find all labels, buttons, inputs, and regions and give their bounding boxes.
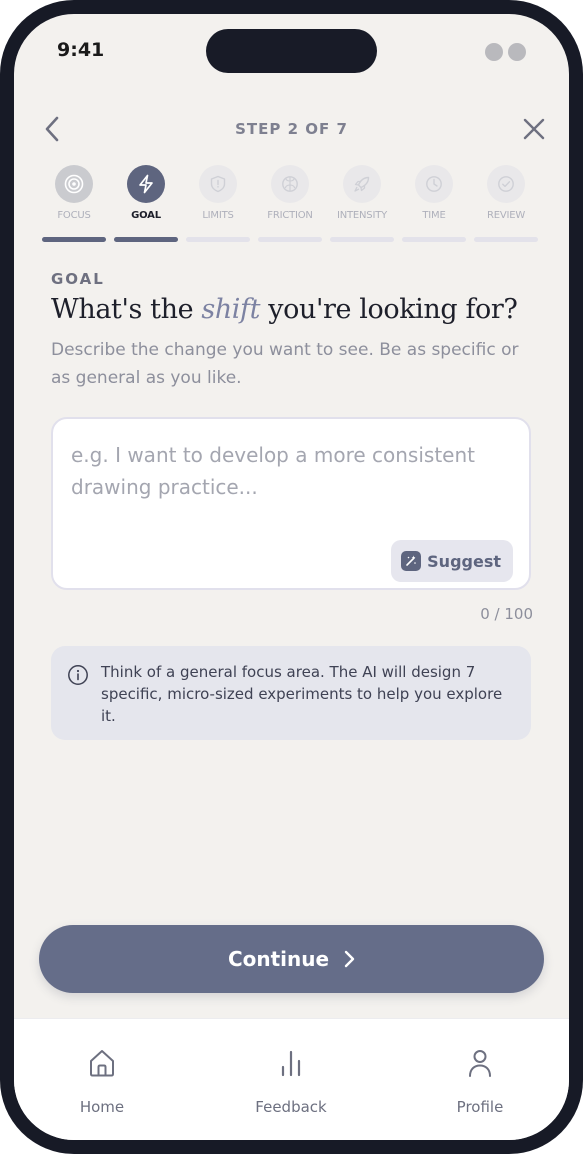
step-label: FRICTION — [267, 210, 313, 221]
step-label: INTENSITY — [336, 210, 388, 221]
close-icon — [523, 118, 545, 140]
info-icon — [68, 665, 88, 685]
bottom-nav: Home Feedback Profile — [14, 1018, 569, 1140]
suggest-label: Suggest — [427, 551, 501, 571]
nav-label: Home — [79, 1098, 125, 1116]
shield-icon — [210, 175, 226, 193]
step-bar — [186, 237, 250, 242]
page-subtitle: Describe the change you want to see. Be … — [51, 340, 519, 388]
nav-label: Feedback — [255, 1098, 327, 1116]
step-circle — [127, 165, 165, 203]
step-circle — [487, 165, 525, 203]
status-time: 9:41 — [57, 39, 105, 61]
close-button[interactable] — [521, 116, 547, 142]
step-review[interactable]: REVIEW — [471, 165, 541, 245]
step-label: GOAL — [131, 210, 161, 221]
step-indicator: STEP 2 OF 7 — [235, 120, 348, 138]
user-icon — [465, 1047, 495, 1079]
character-counter: 0 / 100 — [480, 605, 533, 623]
bar-chart-icon — [276, 1047, 306, 1079]
step-label: FOCUS — [57, 210, 91, 221]
target-icon — [64, 174, 84, 194]
status-dot — [508, 43, 526, 61]
section-label: GOAL — [51, 270, 105, 288]
dynamic-island — [206, 29, 377, 73]
status-dot — [485, 43, 503, 61]
goal-input[interactable] — [71, 439, 511, 529]
step-bar — [474, 237, 538, 242]
brain-icon — [282, 176, 298, 192]
nav-feedback[interactable]: Feedback — [231, 1041, 351, 1121]
step-bar — [42, 237, 106, 242]
app-screen: 9:41 STEP 2 OF 7 FOCUS GOAL LIMITS FRICT… — [14, 14, 569, 1140]
suggest-button[interactable]: Suggest — [391, 540, 513, 582]
nav-label: Profile — [456, 1098, 504, 1116]
continue-label: Continue — [227, 947, 330, 971]
step-circle — [271, 165, 309, 203]
continue-button[interactable]: Continue — [39, 925, 544, 993]
step-goal[interactable]: GOAL — [111, 165, 181, 245]
rocket-icon — [354, 176, 370, 192]
magic-wand-icon — [401, 551, 422, 571]
step-circle — [55, 165, 93, 203]
step-circle — [415, 165, 453, 203]
check-circle-icon — [498, 176, 514, 192]
status-indicators — [485, 43, 526, 61]
info-text: Think of a general focus area. The AI wi… — [101, 663, 503, 725]
step-circle — [343, 165, 381, 203]
step-progress: FOCUS GOAL LIMITS FRICTION INTENSITY TIM… — [39, 165, 544, 245]
home-icon — [87, 1047, 117, 1079]
step-bar — [402, 237, 466, 242]
nav-home[interactable]: Home — [42, 1041, 162, 1121]
step-time[interactable]: TIME — [399, 165, 469, 245]
page-title: What's the shift you're looking for? — [51, 294, 518, 325]
step-bar — [258, 237, 322, 242]
headline-prefix: What's the — [51, 294, 194, 325]
info-callout: Think of a general focus area. The AI wi… — [51, 646, 531, 740]
step-friction[interactable]: FRICTION — [255, 165, 325, 245]
headline-suffix: you're looking for? — [268, 294, 518, 325]
step-intensity[interactable]: INTENSITY — [327, 165, 397, 245]
step-focus[interactable]: FOCUS — [39, 165, 109, 245]
clock-icon — [426, 176, 442, 192]
step-bar — [330, 237, 394, 242]
chevron-right-icon — [344, 950, 355, 968]
lightning-icon — [139, 174, 153, 194]
step-limits[interactable]: LIMITS — [183, 165, 253, 245]
phone-frame: 9:41 STEP 2 OF 7 FOCUS GOAL LIMITS FRICT… — [0, 0, 583, 1154]
step-bar — [114, 237, 178, 242]
step-label: REVIEW — [486, 210, 526, 221]
nav-profile[interactable]: Profile — [420, 1041, 540, 1121]
step-label: TIME — [422, 210, 446, 221]
headline-accent: shift — [201, 294, 261, 325]
goal-input-container: Suggest — [51, 417, 531, 590]
step-circle — [199, 165, 237, 203]
step-label: LIMITS — [202, 210, 234, 221]
